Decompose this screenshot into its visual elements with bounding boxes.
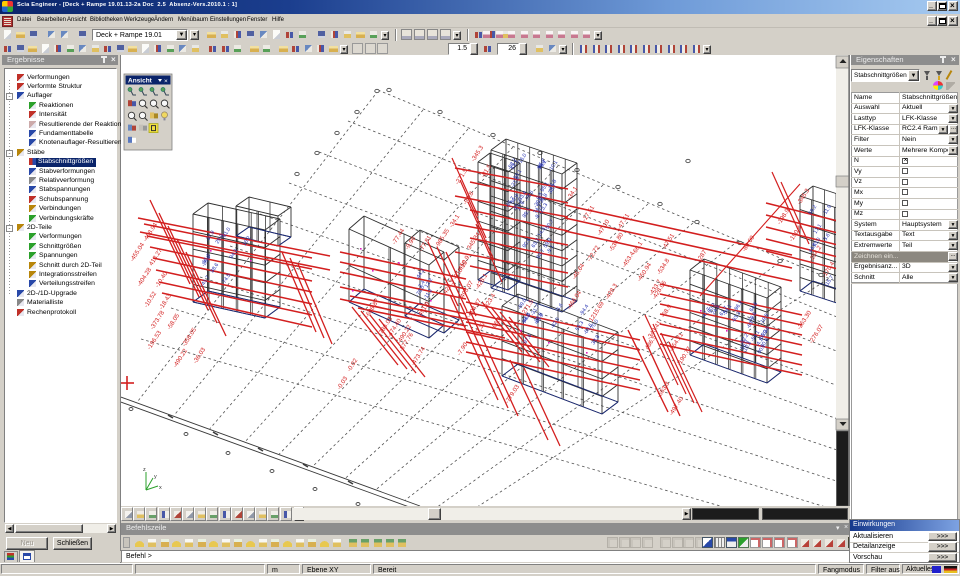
svg-text:×: ×	[164, 78, 168, 85]
svg-text:y: y	[154, 474, 157, 480]
svg-text:Ansicht: Ansicht	[128, 78, 153, 85]
svg-text:z: z	[143, 467, 146, 473]
svg-text:x: x	[159, 485, 162, 491]
